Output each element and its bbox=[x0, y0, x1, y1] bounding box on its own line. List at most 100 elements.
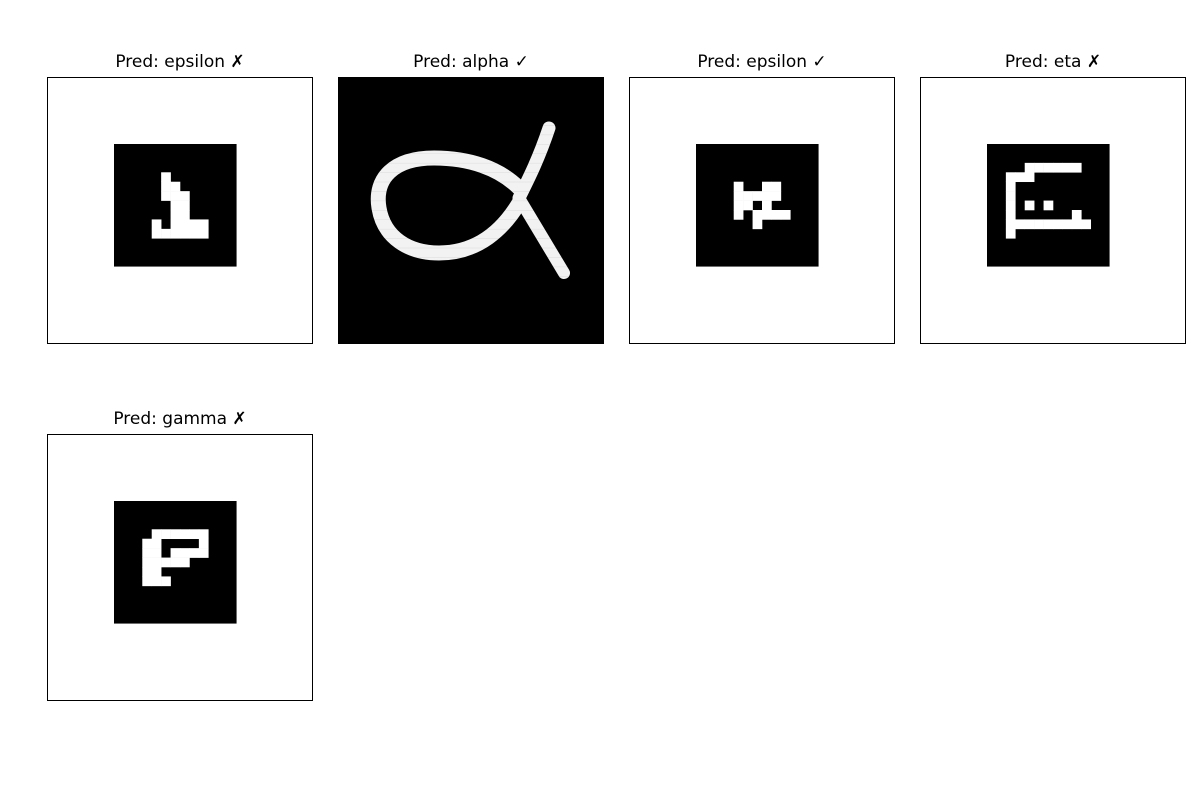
pixel-grid-line bbox=[339, 266, 603, 268]
glyph-pixel bbox=[189, 548, 200, 558]
glyph-pixel bbox=[1043, 219, 1054, 230]
glyph-pixel bbox=[151, 228, 162, 239]
glyph-pixel bbox=[1081, 219, 1092, 230]
glyph-pixel bbox=[1053, 162, 1063, 173]
digit-image-frame bbox=[920, 77, 1186, 344]
glyph-pixel bbox=[170, 191, 181, 201]
panel-title: Pred: gamma ✗ bbox=[113, 409, 247, 429]
glyph-pixel bbox=[1043, 200, 1054, 211]
glyph-pixel bbox=[198, 529, 209, 540]
digit-image-frame bbox=[47, 434, 313, 701]
glyph-pixel bbox=[170, 548, 181, 558]
pixel-grid-line bbox=[339, 276, 603, 277]
digit-image bbox=[48, 78, 312, 343]
digit-image-frame bbox=[47, 77, 313, 344]
glyph-pixel bbox=[762, 181, 772, 192]
glyph-pixel bbox=[733, 191, 744, 201]
panel-title: Pred: epsilon ✗ bbox=[115, 52, 245, 72]
glyph-pixel bbox=[161, 557, 171, 568]
glyph-pixel bbox=[151, 576, 162, 587]
glyph-pixel bbox=[161, 181, 171, 192]
glyph-pixel bbox=[1043, 162, 1054, 173]
pixel-grid-line bbox=[339, 87, 603, 89]
glyph-pixel bbox=[170, 181, 181, 192]
glyph-pixel bbox=[1024, 200, 1035, 211]
pixel-grid-line bbox=[339, 228, 603, 230]
digit-image bbox=[630, 78, 894, 343]
glyph-pixel bbox=[1024, 219, 1035, 230]
panel-title: Pred: alpha ✓ bbox=[413, 52, 529, 72]
glyph-pixel bbox=[189, 219, 200, 230]
glyph-pixel bbox=[161, 228, 171, 239]
glyph-pixel bbox=[752, 219, 763, 230]
glyph-pixel bbox=[151, 548, 162, 558]
glyph-pixel bbox=[151, 529, 162, 540]
pixel-grid-line bbox=[339, 134, 603, 136]
pixel-grid-line bbox=[339, 313, 603, 315]
panel-title: Pred: epsilon ✓ bbox=[697, 52, 827, 72]
glyph-pixel bbox=[198, 538, 209, 549]
glyph-pixel bbox=[1005, 219, 1016, 230]
glyph-pixel bbox=[198, 228, 209, 239]
glyph-pixel bbox=[1071, 210, 1082, 220]
pixel-grid-line bbox=[339, 219, 603, 221]
pixel-grid-line bbox=[339, 144, 603, 145]
glyph-pixel bbox=[1053, 219, 1063, 230]
glyph-pixel bbox=[170, 529, 181, 540]
glyph-pixel bbox=[1062, 219, 1073, 230]
glyph-pixel bbox=[1071, 162, 1082, 173]
digit-image bbox=[48, 435, 312, 700]
glyph-pixel bbox=[1015, 172, 1026, 183]
glyph-pixel bbox=[771, 210, 782, 220]
glyph-pixel bbox=[151, 557, 162, 568]
glyph-pixel bbox=[762, 210, 772, 220]
pixel-grid-line bbox=[339, 210, 603, 211]
glyph-pixel bbox=[151, 567, 162, 577]
pixel-grid-line bbox=[339, 304, 603, 305]
pixel-grid-line bbox=[339, 257, 603, 258]
pixel-grid-line bbox=[339, 96, 603, 98]
glyph-pixel bbox=[762, 191, 772, 201]
glyph-pixel bbox=[142, 557, 153, 568]
glyph-pixel bbox=[1034, 219, 1044, 230]
glyph-pixel bbox=[752, 210, 763, 220]
glyph-pixel bbox=[180, 557, 190, 568]
glyph-pixel bbox=[170, 228, 181, 239]
pixel-grid-line bbox=[339, 191, 603, 192]
glyph-pixel bbox=[771, 191, 782, 201]
glyph-pixel bbox=[180, 200, 190, 211]
glyph-pixel bbox=[1005, 200, 1016, 211]
glyph-pixel bbox=[1062, 162, 1073, 173]
glyph-pixel bbox=[180, 228, 190, 239]
glyph-pixel bbox=[1024, 172, 1035, 183]
glyph-pixel bbox=[1024, 162, 1035, 173]
glyph-pixel bbox=[198, 548, 209, 558]
digit-image bbox=[339, 78, 603, 343]
glyph-pixel bbox=[752, 191, 763, 201]
glyph-box bbox=[696, 144, 819, 267]
glyph-pixel bbox=[733, 181, 744, 192]
pixel-grid-line bbox=[339, 153, 603, 155]
glyph-pixel bbox=[161, 576, 171, 587]
glyph-pixel bbox=[743, 191, 753, 201]
glyph-pixel bbox=[170, 557, 181, 568]
pixel-grid-line bbox=[339, 115, 603, 117]
pixel-grid-line bbox=[339, 78, 603, 79]
glyph-pixel bbox=[762, 200, 772, 211]
glyph-pixel bbox=[1005, 210, 1016, 220]
glyph-pixel bbox=[771, 181, 782, 192]
glyph-pixel bbox=[180, 529, 190, 540]
glyph-pixel bbox=[142, 538, 153, 549]
glyph-pixel bbox=[733, 210, 744, 220]
glyph-pixel bbox=[1005, 181, 1016, 192]
glyph-pixel bbox=[1034, 162, 1044, 173]
glyph-pixel bbox=[161, 191, 171, 201]
pixel-grid-line bbox=[339, 285, 603, 287]
pixel-grid-line bbox=[339, 238, 603, 239]
pixel-grid-line bbox=[339, 294, 603, 296]
pixel-grid-line bbox=[339, 332, 603, 334]
pixel-grid-line bbox=[339, 200, 603, 202]
digit-image bbox=[921, 78, 1185, 343]
glyph-pixel bbox=[1005, 191, 1016, 201]
digit-image-frame bbox=[338, 77, 604, 344]
